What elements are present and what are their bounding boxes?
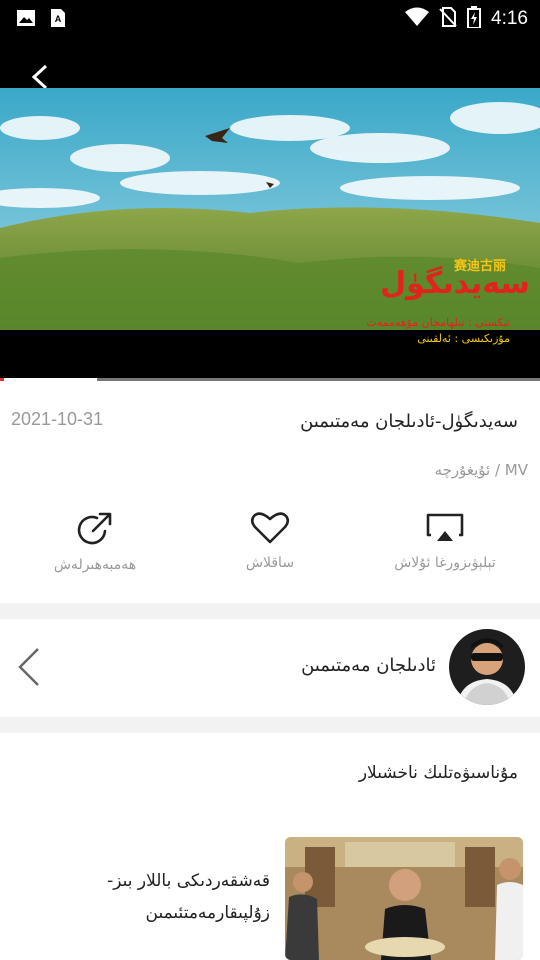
overlay-music-credit: مۇزىكىسى : ئەلقىنى bbox=[417, 332, 510, 345]
video-frame: سەيدىگۈل 赛迪古丽 تېكستى : تىلھامجان مۇھەممە… bbox=[0, 88, 540, 330]
cast-icon bbox=[370, 511, 520, 545]
overlay-lyrics-credit: تېكستى : تىلھامجان مۇھەممەت bbox=[366, 316, 510, 329]
svg-text:A: A bbox=[55, 14, 62, 24]
app-bar bbox=[0, 36, 540, 90]
share-button[interactable]: ھەمبەھىرلەش bbox=[20, 511, 170, 573]
overlay-title-chinese: 赛迪古丽 bbox=[453, 258, 506, 274]
heart-icon bbox=[195, 511, 345, 545]
related-songs-heading: مۇناسىۋەتلىك ناخشىلار bbox=[358, 763, 518, 783]
video-title: سەيدىگۈل-ئادىلجان مەمتىمىن bbox=[300, 411, 518, 432]
video-player[interactable]: سەيدىگۈل 赛迪古丽 تېكستى : تىلھامجان مۇھەممە… bbox=[0, 88, 540, 380]
share-label: ھەمبەھىرلەش bbox=[53, 557, 137, 573]
battery-charging-icon bbox=[467, 6, 482, 32]
image-icon bbox=[16, 8, 36, 28]
song-thumbnail[interactable] bbox=[285, 837, 523, 960]
clock: 4:16 bbox=[491, 8, 528, 29]
text-a-icon: A bbox=[48, 8, 68, 28]
favorite-button[interactable]: ساقلاش bbox=[195, 511, 345, 571]
cast-label: تېلېۋىزورغا ئۇلاش bbox=[394, 555, 496, 571]
list-item[interactable]: قەشقەردىكى باللار بىز- زۇلپىقارمەمتئىمىن bbox=[0, 837, 540, 960]
artist-row[interactable]: ئادىلجان مەمتىمىن bbox=[0, 619, 540, 717]
share-icon bbox=[20, 511, 170, 547]
related-songs-section: مۇناسىۋەتلىك ناخشىلار قەشقەردىكى باللار … bbox=[0, 733, 540, 960]
status-bar: A 4:16 bbox=[0, 0, 540, 36]
favorite-label: ساقلاش bbox=[245, 555, 295, 571]
video-info-section: سەيدىگۈل-ئادىلجان مەمتىمىن 2021-10-31 MV… bbox=[0, 381, 540, 603]
publish-date: 2021-10-31 bbox=[11, 409, 104, 429]
video-category: MV / ئۇيغۇرچە bbox=[434, 461, 528, 479]
no-sim-icon bbox=[439, 7, 457, 31]
action-bar: تېلېۋىزورغا ئۇلاش ساقلاش ھەمبەھىرلەش bbox=[0, 511, 540, 591]
wifi-icon bbox=[405, 7, 430, 31]
artist-name: ئادىلجان مەمتىمىن bbox=[301, 655, 436, 676]
chevron-left-icon[interactable] bbox=[14, 645, 44, 689]
song-title: قەشقەردىكى باللار بىز- زۇلپىقارمەمتئىمىن bbox=[107, 871, 270, 923]
cast-to-tv-button[interactable]: تېلېۋىزورغا ئۇلاش bbox=[370, 511, 520, 571]
artist-avatar[interactable] bbox=[449, 629, 525, 705]
